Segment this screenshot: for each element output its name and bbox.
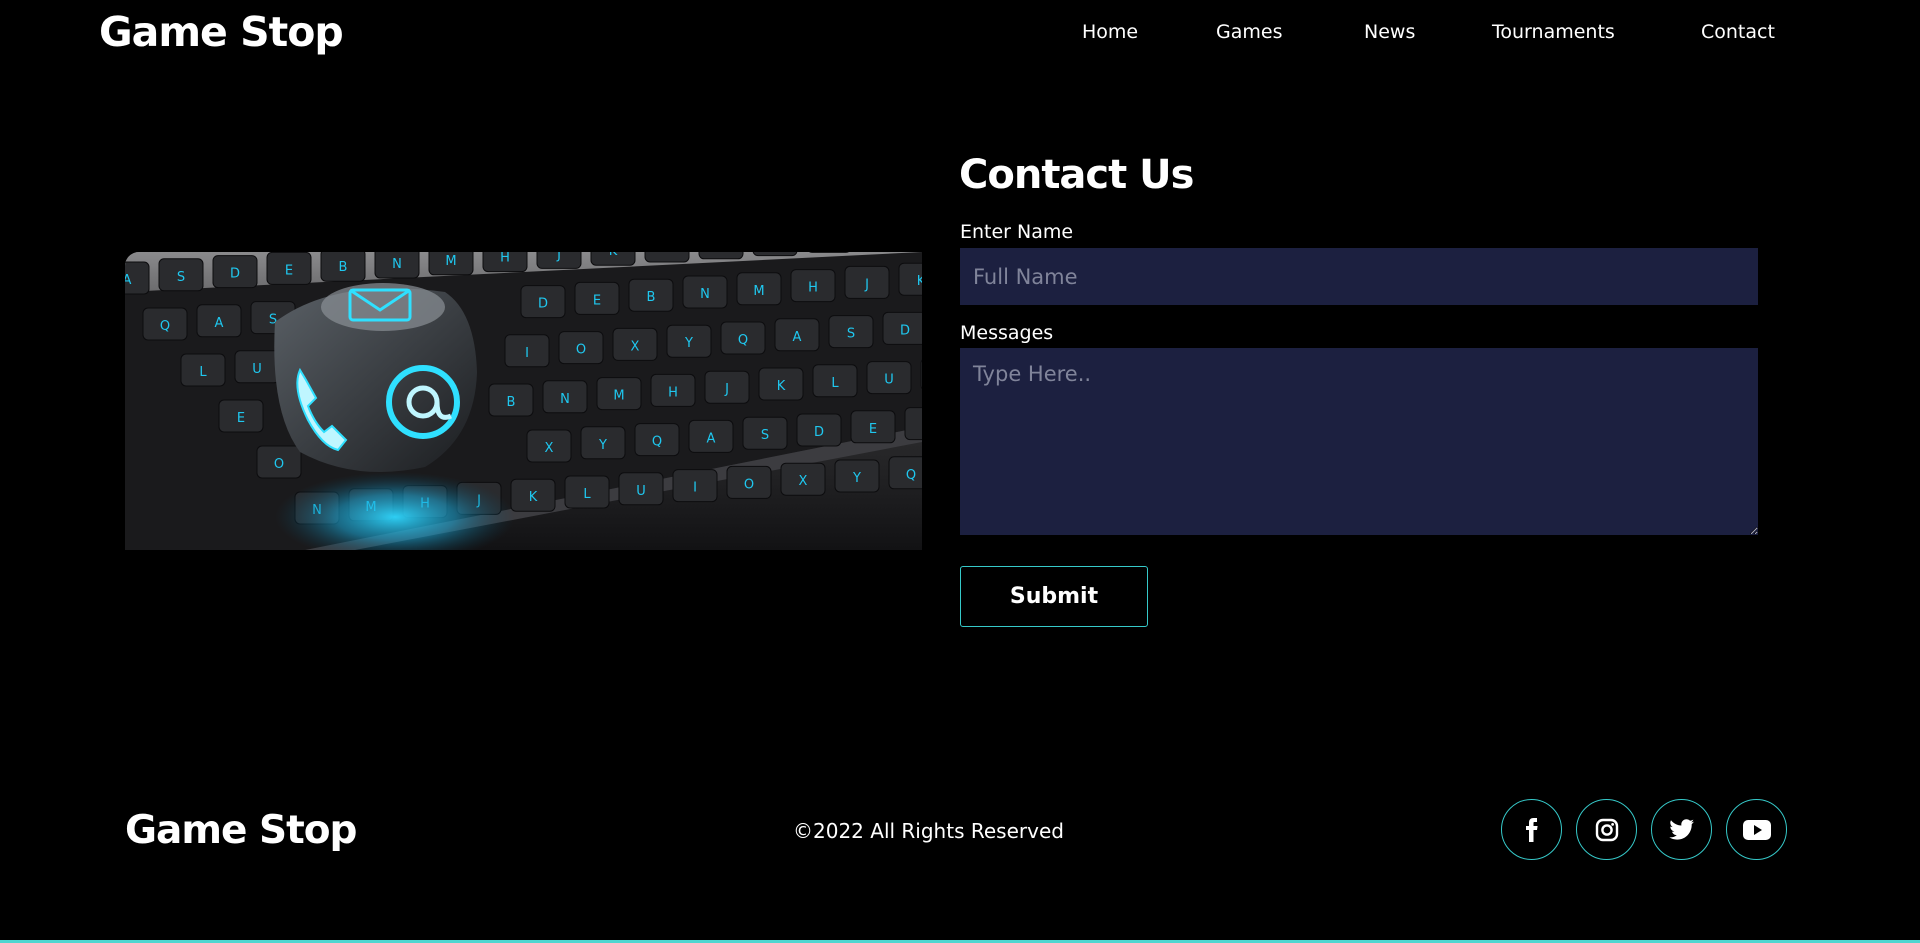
footer-logo[interactable]: Game Stop	[125, 804, 357, 858]
keyboard-key-legend: Y	[852, 471, 861, 486]
keyboard-key-legend: A	[707, 431, 716, 446]
keyboard-key-legend: L	[831, 376, 839, 391]
keyboard-key-legend: J	[724, 382, 729, 397]
keyboard-key-legend: Q	[160, 319, 170, 334]
keyboard-key-legend: E	[237, 411, 245, 426]
keyboard-key-legend: A	[215, 316, 224, 331]
keyboard-key-legend: L	[583, 487, 591, 502]
keyboard-key-legend: K	[917, 274, 922, 289]
facebook-icon	[1525, 817, 1538, 842]
keyboard-key-legend: E	[285, 263, 293, 278]
name-label: Enter Name	[960, 221, 1074, 243]
nav-games[interactable]: Games	[1216, 18, 1282, 46]
keyboard-key-legend: E	[593, 293, 601, 308]
keyboard-key-legend: S	[761, 428, 769, 443]
keyboard-key-legend: B	[647, 290, 656, 305]
keyboard-key-legend: H	[808, 281, 818, 296]
keyboard-key-legend: J	[864, 277, 869, 292]
keyboard-key-legend: N	[700, 287, 710, 302]
keyboard-key-legend: D	[900, 323, 910, 338]
keyboard-key-legend: J	[556, 252, 561, 262]
keyboard-key-legend: K	[609, 252, 618, 259]
contact-illustration: A S D E B N M H J K L U I O X Y Q A S D E B N M H J K L U I O X Y Q A S D E B N…	[125, 252, 922, 550]
submit-button[interactable]: Submit	[960, 566, 1148, 627]
youtube-button[interactable]	[1726, 799, 1787, 860]
keyboard-key-legend: I	[693, 481, 697, 496]
keyboard-key-legend: N	[392, 257, 402, 272]
keyboard-key-legend: M	[753, 284, 764, 299]
keyboard-key-legend: O	[274, 457, 284, 472]
keyboard-key-legend: Q	[906, 468, 916, 483]
message-textarea[interactable]	[960, 348, 1758, 535]
keyboard-key-legend: S	[177, 270, 185, 285]
message-label: Messages	[960, 322, 1054, 344]
nav-contact[interactable]: Contact	[1701, 18, 1775, 46]
keyboard-key-legend: Y	[684, 336, 693, 351]
nav-news[interactable]: News	[1364, 18, 1415, 46]
keyboard-key-legend: X	[631, 339, 640, 354]
twitter-icon	[1668, 818, 1694, 840]
keyboard-dice-illustration: A S D E B N M H J K L U I O X Y Q A S D E B N M H J K L U I O X Y Q A S D E B N…	[125, 252, 922, 550]
keyboard-key-legend: M	[613, 389, 624, 404]
twitter-button[interactable]	[1651, 799, 1712, 860]
keyboard-key-legend: B	[339, 260, 348, 275]
keyboard-key	[698, 252, 744, 260]
keyboard-key-legend: N	[560, 392, 570, 407]
keyboard-key-legend: U	[252, 362, 262, 377]
copyright-text: ©2022 All Rights Reserved	[793, 819, 1064, 843]
contact-dice	[274, 283, 477, 472]
youtube-icon	[1742, 819, 1771, 840]
facebook-button[interactable]	[1501, 799, 1562, 860]
keyboard-key-legend: I	[525, 346, 529, 361]
keyboard-key	[920, 359, 922, 390]
keyboard-key-legend: D	[230, 267, 240, 282]
keyboard-key-legend: L	[199, 365, 207, 380]
contact-title: Contact Us	[959, 152, 1194, 198]
keyboard-key-legend: H	[668, 385, 678, 400]
keyboard-key-legend: H	[500, 252, 510, 266]
keyboard-key-legend: Q	[738, 333, 748, 348]
keyboard-key	[904, 407, 922, 441]
keyboard-key-legend: E	[869, 422, 877, 437]
keyboard-key	[752, 252, 798, 257]
keyboard-key-legend: O	[744, 477, 754, 492]
keyboard-key-legend: Q	[652, 435, 662, 450]
keyboard-key-legend: X	[799, 474, 808, 489]
keyboard-key-legend: A	[793, 330, 802, 345]
keyboard-key-legend: Y	[598, 438, 607, 453]
instagram-button[interactable]	[1576, 799, 1637, 860]
keyboard-key-legend: U	[716, 252, 726, 253]
keyboard-key-legend: X	[545, 441, 554, 456]
keyboard-key-legend: L	[663, 252, 671, 256]
keyboard-key-legend: M	[445, 254, 456, 269]
keyboard-key-legend: D	[538, 297, 548, 312]
keyboard-key-legend: B	[507, 395, 516, 410]
keyboard-key-legend: A	[125, 273, 132, 288]
main-nav: Home Games News Tournaments Contact	[0, 18, 1920, 46]
nav-tournaments[interactable]: Tournaments	[1492, 18, 1615, 46]
name-input[interactable]	[960, 248, 1758, 305]
keyboard-key-legend: O	[576, 343, 586, 358]
keyboard-key-legend: U	[636, 484, 646, 499]
keyboard-key-legend: U	[884, 373, 894, 388]
keyboard-key-legend: K	[777, 379, 786, 394]
keyboard-key-legend: S	[847, 327, 855, 342]
instagram-icon	[1595, 818, 1618, 841]
nav-home[interactable]: Home	[1082, 18, 1138, 46]
keyboard-key-legend: K	[529, 490, 538, 505]
keyboard-key-legend: D	[814, 425, 824, 440]
page: Game Stop Home Games News Tournaments Co…	[0, 0, 1920, 943]
